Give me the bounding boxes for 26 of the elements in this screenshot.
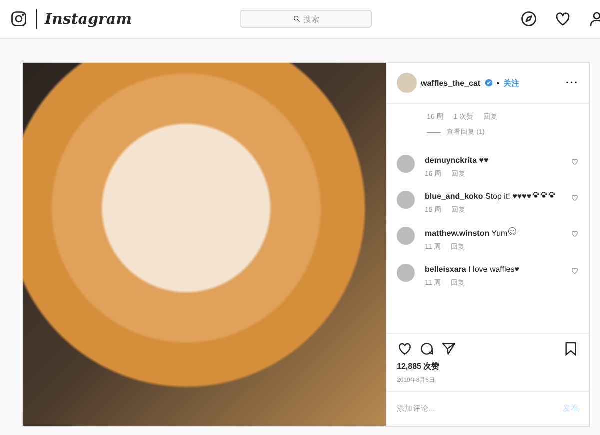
comment-text: blue_and_koko Stop it! ♥♥♥♥ [425,191,561,202]
separator: • [496,78,500,88]
commenter-avatar[interactable] [397,191,415,209]
more-options-icon[interactable]: ··· [566,78,579,88]
search-field[interactable]: 搜索 [240,10,372,28]
bookmark-icon[interactable] [563,341,579,357]
search-placeholder: 搜索 [304,14,320,24]
commenter-avatar[interactable] [397,264,415,282]
logo-wordmark[interactable]: Instagram [45,10,132,28]
camera-icon[interactable] [10,10,28,28]
comment-text: matthew.winston Yum [425,227,561,239]
username[interactable]: waffles_the_cat [421,78,481,88]
avatar[interactable] [397,73,417,93]
comment-text: demuynckrita ♥♥ [425,155,490,166]
laughing-face-icon [508,227,517,236]
like-heart-icon[interactable] [397,341,413,357]
comment-bubble-icon[interactable] [419,341,435,357]
like-count[interactable]: 12,885 次赞 [397,361,579,372]
comment-text: belleisxara I love waffles♥ [425,264,520,275]
commenter-avatar[interactable] [397,155,415,173]
send-icon[interactable] [441,341,457,357]
compass-icon[interactable] [520,10,538,28]
follow-link[interactable]: 关注 [503,78,520,88]
heart-icon[interactable] [554,10,572,28]
commenter-avatar[interactable] [397,227,415,245]
search-icon [292,15,300,23]
